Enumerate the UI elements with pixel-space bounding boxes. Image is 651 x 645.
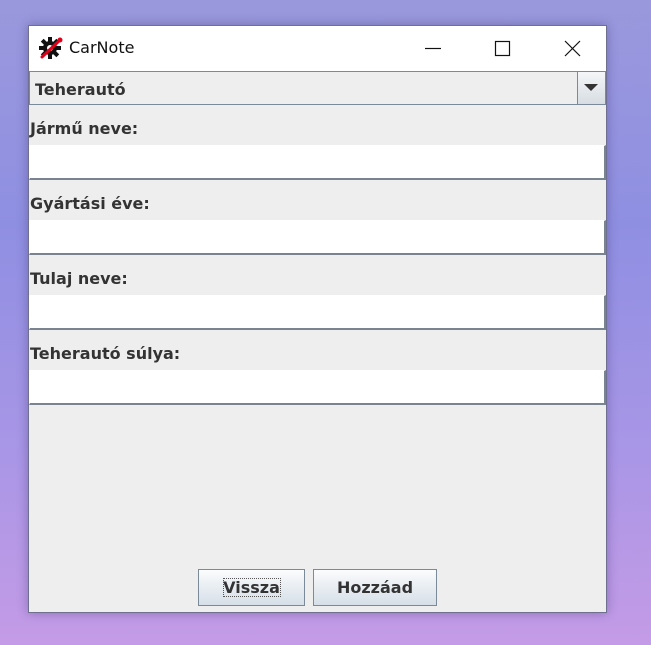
maximize-button[interactable] — [479, 26, 525, 71]
truck-weight-label: Teherautó súlya: — [30, 344, 181, 363]
production-year-label: Gyártási éve: — [30, 194, 150, 213]
minimize-button[interactable] — [410, 26, 456, 71]
close-button[interactable] — [549, 26, 595, 71]
carnote-window: CarNote Teherautó Jármű neve: Gyártási é… — [28, 25, 607, 613]
add-button-label: Hozzáad — [336, 578, 414, 597]
add-button[interactable]: Hozzáad — [313, 569, 437, 606]
dropdown-arrow-button[interactable] — [577, 72, 605, 104]
production-year-input[interactable] — [29, 220, 606, 255]
window-title: CarNote — [69, 38, 135, 57]
owner-name-input[interactable] — [29, 295, 606, 330]
title-bar[interactable]: CarNote — [29, 26, 606, 71]
owner-name-label: Tulaj neve: — [30, 269, 128, 288]
chevron-down-icon — [584, 84, 598, 91]
back-button[interactable]: Vissza — [198, 569, 305, 606]
focus-indicator — [223, 578, 281, 597]
minimize-icon — [425, 47, 441, 50]
truck-weight-input[interactable] — [29, 370, 606, 405]
gear-wrench-icon — [39, 36, 63, 60]
vehicle-type-value: Teherautó — [35, 80, 126, 99]
vehicle-type-select[interactable]: Teherautó — [29, 71, 606, 105]
vehicle-name-input[interactable] — [29, 145, 606, 180]
close-icon — [564, 40, 581, 57]
maximize-icon — [494, 40, 511, 57]
vehicle-name-label: Jármű neve: — [30, 119, 139, 138]
